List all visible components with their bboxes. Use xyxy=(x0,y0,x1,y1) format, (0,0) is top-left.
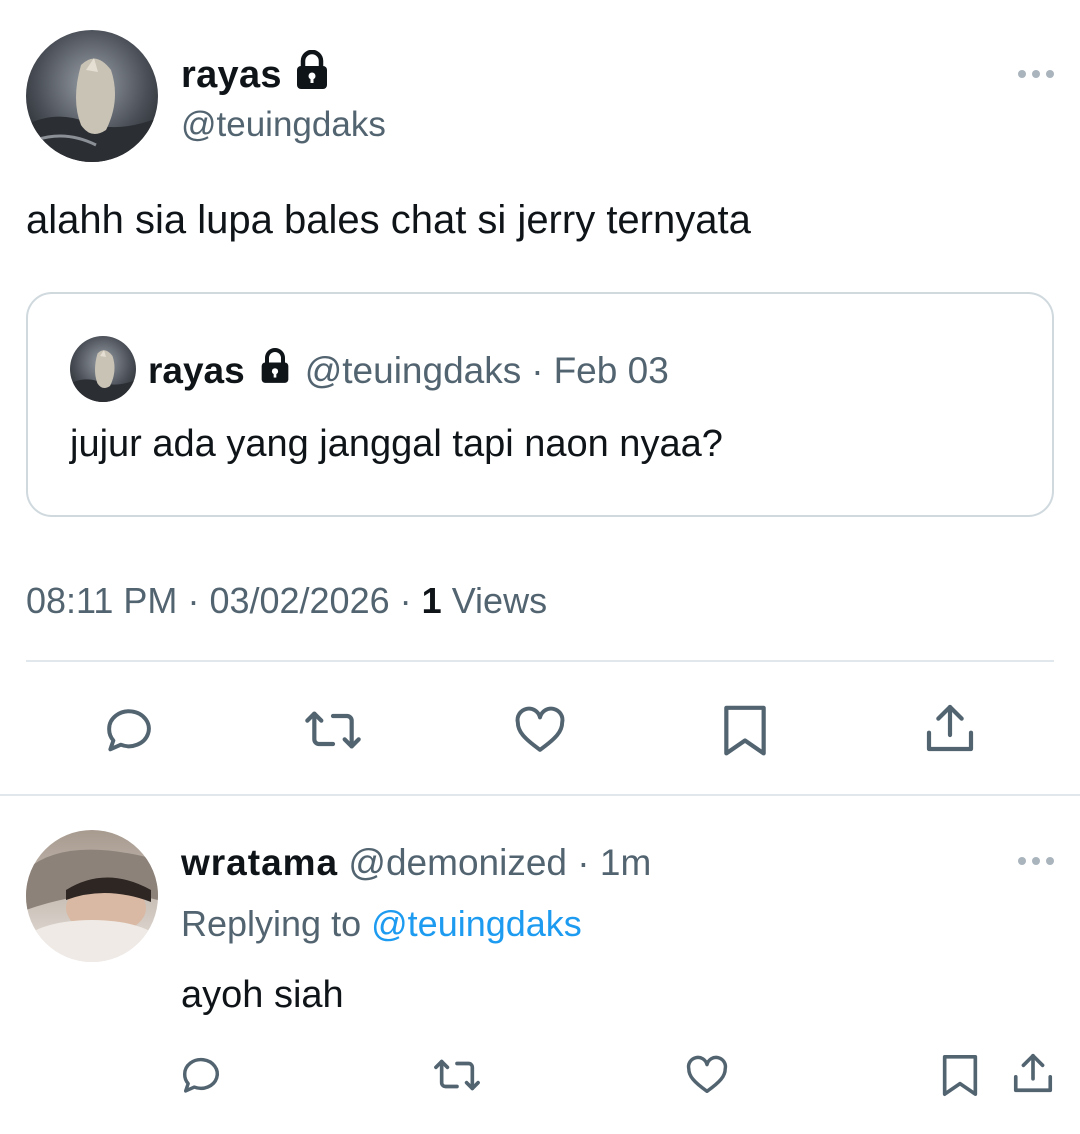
reply-author-handle[interactable]: @demonized xyxy=(348,842,567,883)
reply-icon[interactable] xyxy=(178,1052,224,1103)
reply-actions xyxy=(0,1050,1080,1110)
quoted-header: rayas @teuingdaks · Feb 03 xyxy=(148,348,669,393)
quoted-tweet[interactable] xyxy=(26,292,1054,517)
more-icon[interactable] xyxy=(1018,70,1054,78)
author-avatar[interactable] xyxy=(26,30,158,162)
lock-icon xyxy=(294,49,330,100)
tweet-actions xyxy=(0,700,1080,760)
separator: · xyxy=(531,349,544,391)
bookmark-icon[interactable] xyxy=(938,1052,982,1103)
reply-header: wratama @demonized · 1m xyxy=(181,842,651,884)
reply-age: 1m xyxy=(599,842,652,883)
like-icon[interactable] xyxy=(684,1052,730,1103)
views-count: 1 xyxy=(421,580,442,621)
divider xyxy=(0,794,1080,796)
author-name[interactable]: rayas xyxy=(181,54,282,97)
retweet-icon[interactable] xyxy=(430,1052,484,1103)
reply-icon[interactable] xyxy=(101,702,157,763)
replying-to-label: Replying to xyxy=(181,903,362,944)
author-handle[interactable]: @teuingdaks xyxy=(181,105,386,145)
tweet-text: alahh sia lupa bales chat si jerry terny… xyxy=(26,198,751,242)
quoted-author-handle: @teuingdaks xyxy=(304,349,522,391)
reply-text: ayoh siah xyxy=(181,974,344,1016)
quoted-author-name: rayas xyxy=(148,349,245,391)
quoted-date: Feb 03 xyxy=(553,349,669,391)
reply-author-avatar[interactable] xyxy=(26,830,158,962)
divider xyxy=(26,660,1054,662)
separator: · xyxy=(577,842,590,883)
like-icon[interactable] xyxy=(512,702,568,763)
views-label[interactable]: Views xyxy=(452,580,547,621)
share-icon[interactable] xyxy=(922,700,978,761)
replying-to-handle[interactable]: @teuingdaks xyxy=(371,903,582,944)
more-icon[interactable] xyxy=(1018,857,1054,865)
replying-to: Replying to @teuingdaks xyxy=(181,903,582,945)
retweet-icon[interactable] xyxy=(300,702,366,763)
bookmark-icon[interactable] xyxy=(719,702,771,763)
share-icon[interactable] xyxy=(1010,1050,1056,1101)
reply-author-name[interactable]: wratama xyxy=(181,842,338,883)
tweet-meta: 08:11 PM · 03/02/2026 · 1 Views xyxy=(26,580,548,621)
tweet-date: 03/02/2026 xyxy=(209,580,390,621)
quoted-text: jujur ada yang janggal tapi naon nyaa? xyxy=(70,423,723,465)
tweet-time: 08:11 PM xyxy=(26,580,178,621)
quoted-author-avatar xyxy=(70,336,136,402)
lock-icon xyxy=(259,348,291,393)
author-name-row[interactable]: rayas xyxy=(181,49,330,100)
